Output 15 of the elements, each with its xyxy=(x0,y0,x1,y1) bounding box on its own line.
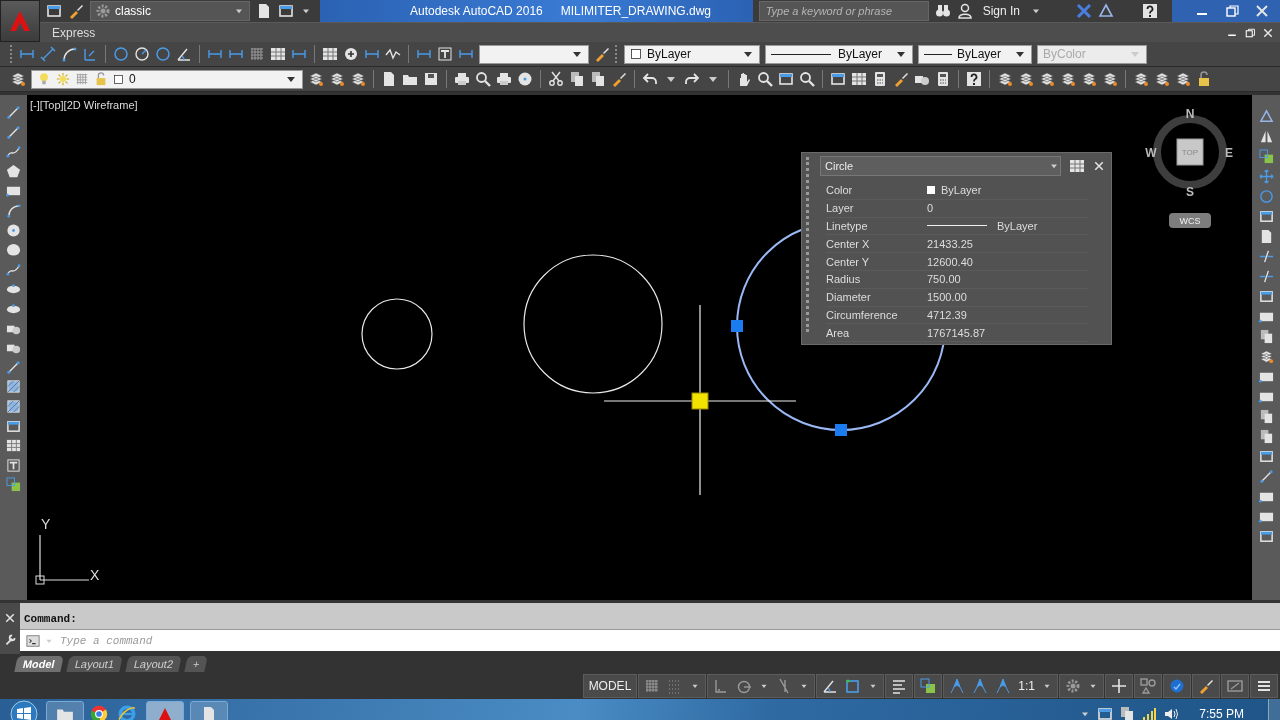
property-label: Area xyxy=(826,324,927,343)
property-label: Radius xyxy=(826,271,927,289)
property-label: Center Y xyxy=(826,253,927,271)
axis-label: Y xyxy=(41,516,51,532)
property-label: Diameter xyxy=(826,288,927,307)
command-history: Command: xyxy=(24,613,77,625)
property-label: Layer xyxy=(826,199,927,218)
axis-label: X xyxy=(90,567,100,583)
property-label: Linetype xyxy=(826,217,927,236)
file-name: MILIMITER_DRAWING.dwg xyxy=(560,4,711,18)
property-label: Color xyxy=(826,182,927,200)
plot-style-dropdown: ByColor xyxy=(1037,44,1147,64)
property-label: Center X xyxy=(826,235,927,254)
property-label: Circumference xyxy=(826,306,927,325)
app-title: Autodesk AutoCAD 2016 xyxy=(410,4,543,18)
